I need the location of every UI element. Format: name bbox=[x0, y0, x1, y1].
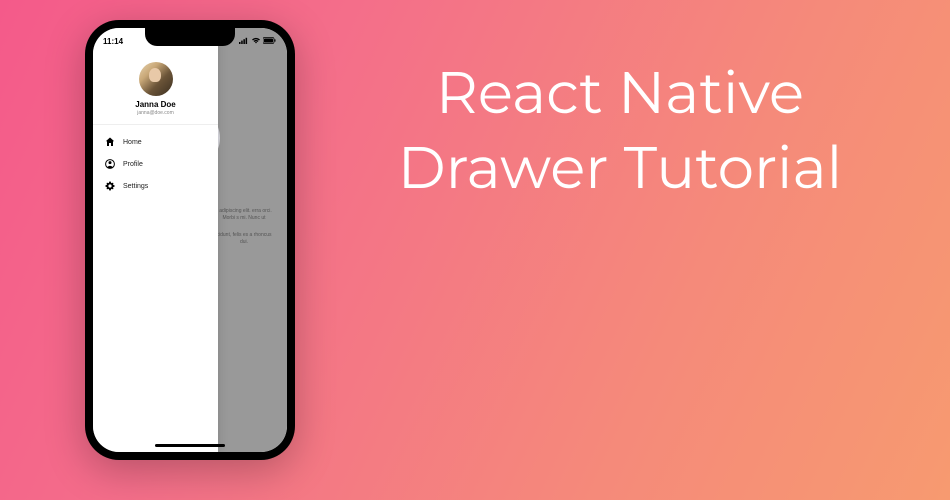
signal-icon bbox=[239, 37, 249, 46]
drawer-item-label: Profile bbox=[123, 161, 143, 168]
battery-icon bbox=[263, 37, 277, 46]
background-text-1: r adipiscing elit. erra orci. Morbi s mi… bbox=[213, 208, 283, 222]
phone-frame: 11:14 r adipiscing elit. erra orci. Morb… bbox=[85, 20, 295, 460]
drawer-item-label: Settings bbox=[123, 183, 148, 190]
drawer-header: Janna Doe janna@doe.com bbox=[93, 56, 218, 125]
drawer-item-profile[interactable]: Profile bbox=[93, 153, 218, 175]
user-name: Janna Doe bbox=[135, 100, 175, 109]
drawer-item-settings[interactable]: Settings bbox=[93, 175, 218, 197]
status-indicators bbox=[239, 37, 277, 46]
phone-screen: 11:14 r adipiscing elit. erra orci. Morb… bbox=[93, 28, 287, 452]
home-indicator[interactable] bbox=[155, 444, 225, 447]
drawer-item-label: Home bbox=[123, 139, 142, 146]
background-text-2: cidunt, felis es a rhoncus dui. bbox=[213, 232, 283, 246]
page-title: React Native Drawer Tutorial bbox=[350, 55, 890, 206]
status-time: 11:14 bbox=[103, 37, 123, 46]
settings-icon bbox=[105, 181, 115, 191]
profile-icon bbox=[105, 159, 115, 169]
user-email: janna@doe.com bbox=[137, 110, 174, 116]
avatar[interactable] bbox=[139, 62, 173, 96]
wifi-icon bbox=[251, 37, 261, 46]
navigation-drawer[interactable]: Janna Doe janna@doe.com Home Profile bbox=[93, 28, 218, 452]
drawer-items: Home Profile Settings bbox=[93, 125, 218, 203]
home-icon bbox=[105, 137, 115, 147]
drawer-item-home[interactable]: Home bbox=[93, 131, 218, 153]
phone-notch bbox=[145, 28, 235, 46]
